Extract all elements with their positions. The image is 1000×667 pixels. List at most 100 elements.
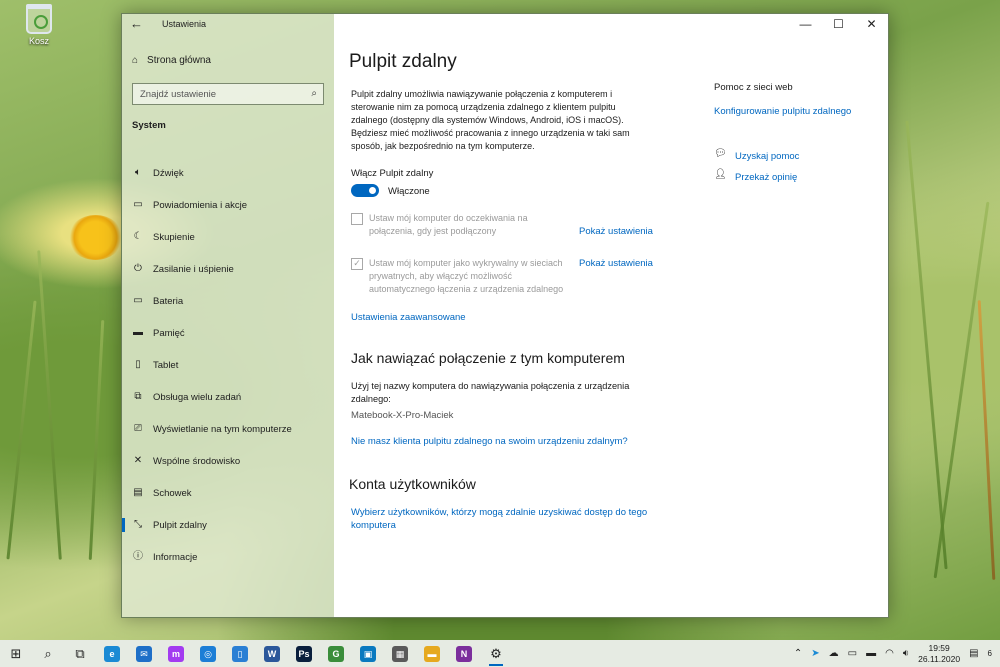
toggle-state-text: Włączone — [388, 186, 430, 197]
help-heading: Pomoc z sieci web — [714, 82, 793, 93]
photoshop-app[interactable]: Ps — [288, 640, 320, 667]
phone-link-icon[interactable]: ▭ — [848, 648, 857, 659]
shared-experiences-icon: ✕ — [133, 455, 143, 466]
sidebar-item-remote-desktop[interactable]: ⤡ Pulpit zdalny — [122, 509, 334, 541]
onenote-app[interactable]: N — [448, 640, 480, 667]
select-users-link[interactable]: Wybierz użytkowników, którzy mogą zdalni… — [351, 506, 651, 532]
edge-app[interactable]: e — [96, 640, 128, 667]
wallpaper-grass — [977, 300, 996, 580]
sidebar-item-power[interactable]: ⏻ Zasilanie i uśpienie — [122, 253, 334, 285]
taskbar: ⊞ ⌕ ⧉ e ✉ m ◎ ▯ W Ps G ▣ ▦ ▬ N ⚙ ⌃ ➤ ☁ ▭ ▬ ◠ 🔉︎ 19:59 2… — [0, 640, 1000, 667]
remote-desktop-icon: ⤡ — [134, 519, 142, 530]
maximize-button[interactable]: ☐ — [822, 14, 855, 35]
sidebar-item-storage[interactable]: ▬ Pamięć — [122, 317, 334, 349]
maps-app[interactable]: ◎ — [192, 640, 224, 667]
back-arrow-icon[interactable]: ← — [130, 16, 143, 31]
sidebar-home-label: Strona główna — [147, 55, 211, 66]
sidebar-item-label: Pulpit zdalny — [153, 519, 207, 531]
wallpaper-grass — [933, 201, 990, 579]
settings-app[interactable]: ⚙ — [480, 640, 512, 667]
connect-description: Użyj tej nazwy komputera do nawiązywania… — [351, 381, 630, 404]
home-icon: ⌂ — [132, 55, 139, 66]
volume-icon[interactable]: 🔉︎ — [903, 648, 909, 659]
sidebar-item-label: Wspólne środowisko — [153, 455, 241, 467]
search-button[interactable]: ⌕ — [32, 640, 64, 667]
explorer-app[interactable]: ▬ — [416, 640, 448, 667]
window-title: Ustawienia — [162, 19, 207, 29]
chrome-icon: G — [328, 645, 344, 662]
settings-window: ← Ustawienia ⌂ Strona główna Znajdź usta… — [121, 13, 889, 618]
chevron-up-icon[interactable]: ⌃ — [794, 648, 802, 659]
trello-app[interactable]: ▣ — [352, 640, 384, 667]
word-icon: W — [264, 645, 280, 662]
sidebar-item-speaker[interactable]: 🔈︎ Dźwięk — [122, 157, 334, 189]
sidebar-home-link[interactable]: ⌂ Strona główna — [132, 55, 211, 66]
battery-icon: ▭ — [133, 295, 143, 306]
storage-icon: ▬ — [133, 327, 143, 338]
sidebar-item-label: Pamięć — [153, 327, 185, 339]
advanced-settings-link[interactable]: Ustawienia zaawansowane — [351, 311, 466, 324]
messenger-app[interactable]: m — [160, 640, 192, 667]
sidebar-item-projecting[interactable]: ⎚ Wyświetlanie na tym komputerze — [122, 413, 334, 445]
clock-date: 26.11.2020 — [918, 653, 961, 664]
sidebar-item-shared-experiences[interactable]: ✕ Wspólne środowisko — [122, 445, 334, 477]
feedback-link[interactable]: Przekaż opinię — [735, 171, 797, 184]
task-view-icon: ⧉ — [75, 645, 85, 661]
option-discoverable-show-settings-link[interactable]: Pokaż ustawienia — [579, 257, 653, 270]
sidebar-item-notifications[interactable]: ▭ Powiadomienia i akcje — [122, 189, 334, 221]
sidebar-item-tablet[interactable]: ▯ Tablet — [122, 349, 334, 381]
option-awake-show-settings-link[interactable]: Pokaż ustawienia — [579, 225, 653, 238]
wallpaper-flower — [68, 215, 123, 260]
main-content: — ☐ ✕ Pulpit zdalny Pulpit zdalny umożli… — [334, 14, 888, 617]
sidebar-item-label: Obsługa wielu zadań — [153, 391, 242, 403]
telegram-icon[interactable]: ➤ — [811, 648, 819, 659]
sidebar-item-label: Schowek — [153, 487, 192, 499]
mail-icon: ✉ — [136, 645, 152, 662]
task-view-button[interactable]: ⧉ — [64, 640, 96, 667]
sidebar-item-label: Bateria — [153, 295, 184, 307]
sidebar-section-title: System — [132, 120, 166, 131]
explorer-icon: ▬ — [424, 645, 440, 662]
sidebar-item-battery[interactable]: ▭ Bateria — [122, 285, 334, 317]
sidebar-item-moon[interactable]: ☾ Skupienie — [122, 221, 334, 253]
clock[interactable]: 19:59 26.11.2020 — [918, 643, 960, 665]
recycle-bin-shortcut[interactable]: Kosz — [18, 4, 60, 46]
option-discoverable-checkbox[interactable]: ✓ — [351, 258, 363, 270]
option-awake-checkbox[interactable] — [351, 213, 363, 225]
sidebar-item-clipboard[interactable]: ▤ Schowek — [122, 477, 334, 509]
wifi-icon[interactable]: ◠ — [885, 648, 894, 659]
recycle-bin-label: Kosz — [28, 36, 49, 46]
sidebar-item-multitasking[interactable]: ⧉ Obsługa wielu zadań — [122, 381, 334, 413]
remote-desktop-toggle[interactable] — [351, 184, 379, 197]
accounts-heading: Konta użytkowników — [349, 476, 476, 492]
mail-app[interactable]: ✉ — [128, 640, 160, 667]
sidebar-nav: 🔈︎ Dźwięk ▭ Powiadomienia i akcje ☾ Skupienie… — [122, 157, 334, 573]
recycle-bin-icon — [26, 4, 52, 34]
configure-remote-desktop-link[interactable]: Konfigurowanie pulpitu zdalnego — [714, 105, 851, 118]
no-client-link[interactable]: Nie masz klienta pulpitu zdalnego na swo… — [351, 435, 628, 448]
chrome-app[interactable]: G — [320, 640, 352, 667]
start-button[interactable]: ⊞ — [0, 640, 32, 667]
moon-icon: ☾ — [133, 231, 143, 242]
phone-app[interactable]: ▯ — [224, 640, 256, 667]
clock-time: 19:59 — [928, 642, 950, 653]
battery-tray-icon[interactable]: ▬ — [866, 648, 876, 659]
search-placeholder: Znajdź ustawienie — [140, 89, 217, 100]
search-icon[interactable]: ⌕ — [311, 88, 317, 99]
sidebar-item-info[interactable]: ⓘ Informacje — [122, 541, 334, 573]
power-icon: ⏻ — [134, 263, 142, 274]
get-help-link[interactable]: Uzyskaj pomoc — [735, 150, 799, 163]
calculator-app[interactable]: ▦ — [384, 640, 416, 667]
system-tray: ⌃ ➤ ☁ ▭ ▬ ◠ 🔉︎ 19:59 26.11.2020 ▤ 6 — [794, 640, 992, 667]
action-center-icon[interactable]: ▤ — [969, 648, 978, 659]
page-description: Pulpit zdalny umożliwia nawiązywanie poł… — [351, 89, 630, 151]
phone-icon: ▯ — [232, 645, 248, 662]
cloud-icon[interactable]: ☁ — [829, 648, 839, 659]
sidebar-item-label: Wyświetlanie na tym komputerze — [153, 423, 292, 435]
close-button[interactable]: ✕ — [855, 14, 888, 35]
minimize-button[interactable]: — — [789, 14, 822, 35]
sidebar-item-label: Informacje — [153, 551, 198, 563]
settings-search-input[interactable]: Znajdź ustawienie ⌕ — [132, 83, 324, 105]
word-app[interactable]: W — [256, 640, 288, 667]
clipboard-icon: ▤ — [133, 487, 143, 498]
